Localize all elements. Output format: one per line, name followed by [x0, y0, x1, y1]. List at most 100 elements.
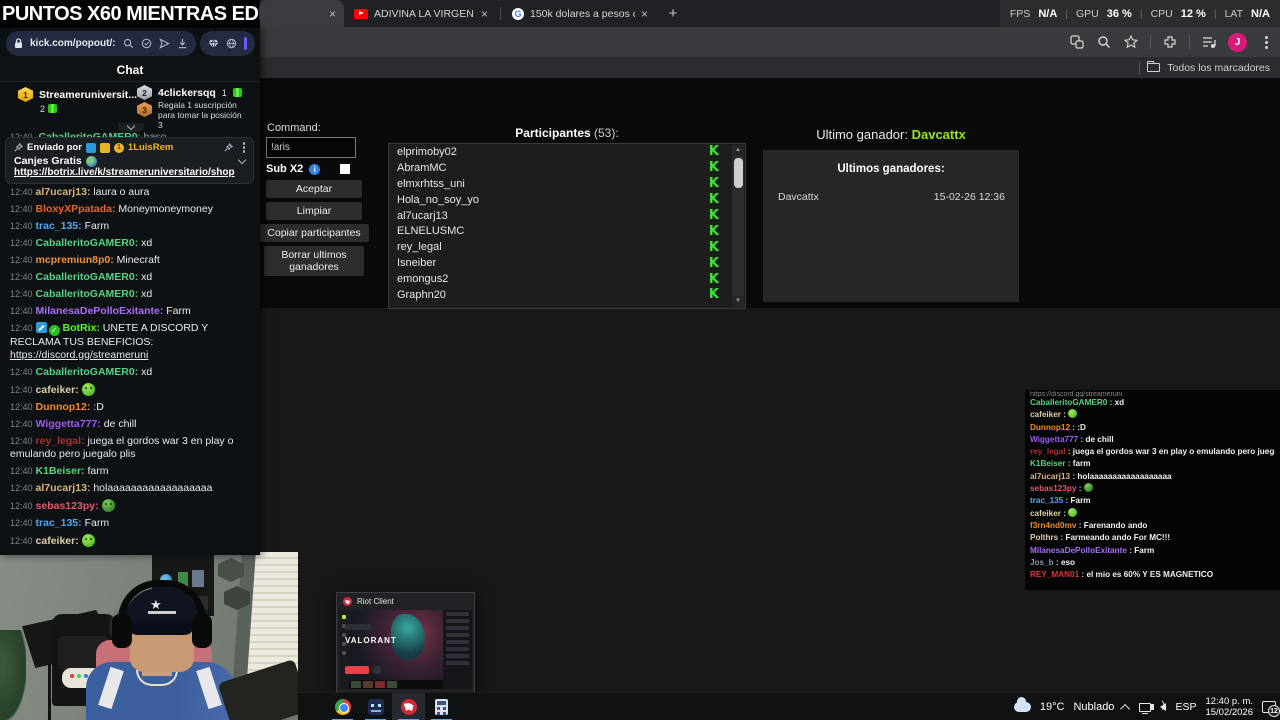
tray-expand-icon[interactable]	[1120, 703, 1131, 714]
raffle-button-aceptar[interactable]: Aceptar	[266, 180, 362, 198]
pinned-link[interactable]: https://botrix.live/k/streameruniversita…	[14, 167, 245, 178]
translate-icon[interactable]	[1069, 34, 1085, 50]
pinned-author[interactable]: 1LuisRem	[128, 142, 173, 153]
bookmark-star-icon[interactable]	[1123, 34, 1139, 50]
cpu-label: CPU	[1150, 7, 1173, 20]
message-username[interactable]: Dunnop12:	[36, 401, 91, 413]
riot-client-preview[interactable]: Riot Client VALORANT	[336, 592, 475, 693]
rank-2-name[interactable]: 4clickersqq	[158, 87, 216, 99]
taskbar-riot-button[interactable]	[392, 693, 425, 720]
rank-3-note: Regala 1 suscripción para tomar la posic…	[158, 100, 242, 130]
kick-platform-icon: K	[708, 176, 719, 192]
colon-separator: :	[1065, 447, 1073, 457]
pinned-menu-icon[interactable]	[242, 146, 245, 149]
winners-panel: Ultimos ganadores: Davcattx 15-02-26 12:3…	[763, 150, 1019, 302]
raffle-button-copiar[interactable]: Copiar participantes	[259, 224, 369, 242]
message-username[interactable]: CaballeritoGAMER0:	[36, 237, 139, 249]
taskbar-calculator-button[interactable]	[425, 693, 458, 720]
overlay-chat-message: Wiggetta777 : de chill	[1030, 434, 1114, 444]
play-button	[345, 666, 369, 674]
raffle-button-limpiar[interactable]: Limpiar	[266, 202, 362, 220]
bookmarks-folder-icon	[1147, 60, 1161, 72]
rank-1-name[interactable]: Streameruniversit...	[39, 89, 137, 101]
green-emote-icon	[81, 534, 95, 547]
message-username[interactable]: BotRix:	[63, 322, 100, 334]
last-winner-title: Ultimo ganador: Davcattx	[763, 127, 1019, 142]
message-username[interactable]: al7ucarj13:	[36, 482, 91, 494]
message-username[interactable]: sebas123py:	[36, 500, 99, 512]
scroll-up-arrow[interactable]: ▲	[732, 145, 744, 156]
volume-icon[interactable]	[1150, 700, 1167, 711]
message-username[interactable]: al7ucarj13:	[36, 186, 91, 198]
temperature[interactable]: 19°C	[1040, 701, 1065, 713]
message-username[interactable]: Wiggetta777:	[36, 418, 101, 430]
scroll-down-arrow[interactable]: ▼	[732, 296, 744, 307]
download-icon[interactable]	[177, 38, 188, 49]
extensions-pill[interactable]	[199, 31, 255, 56]
colon-separator: :	[1053, 557, 1061, 567]
message-username[interactable]: trac_135:	[36, 517, 82, 529]
message-username[interactable]: trac_135:	[36, 220, 82, 232]
kick-platform-icon: K	[708, 271, 719, 287]
weather-icon[interactable]	[1013, 697, 1031, 712]
message-username[interactable]: rey_legal:	[36, 435, 85, 447]
participants-scrollbar[interactable]: ▲ ▼	[732, 145, 744, 307]
pepe-emote-icon	[1083, 483, 1093, 493]
globe-icon[interactable]	[226, 38, 237, 49]
colon-separator: :	[1078, 434, 1086, 444]
riot-preview-thumbnail[interactable]: VALORANT	[339, 610, 472, 689]
info-icon[interactable]: i	[309, 163, 321, 175]
message-username[interactable]: CaballeritoGAMER0:	[36, 288, 139, 300]
message-username[interactable]: CaballeritoGAMER0:	[36, 366, 139, 378]
shield-icon[interactable]	[141, 38, 152, 49]
tab-close-icon[interactable]: ×	[481, 7, 488, 21]
all-bookmarks-label[interactable]: Todos los marcadores	[1167, 62, 1270, 74]
notifications-icon[interactable]: 12	[1262, 701, 1280, 717]
raffle-controls: Aceptar Limpiar Copiar participantes Borrar…	[258, 180, 370, 280]
message-timestamp: 12:40	[10, 238, 33, 248]
message-username[interactable]: K1Beiser:	[36, 465, 85, 477]
clock[interactable]: 12:40 p. m. 15/02/2026	[1205, 696, 1253, 718]
command-input[interactable]	[266, 137, 356, 158]
tab-close-icon[interactable]: ×	[641, 7, 648, 21]
message-username[interactable]: CaballeritoGAMER0:	[36, 271, 139, 283]
participant-name: rey_legal	[397, 241, 442, 254]
extensions-icon[interactable]	[1162, 34, 1178, 50]
colon-separator: :	[1079, 570, 1087, 580]
message-username[interactable]: cafeiker:	[36, 384, 79, 396]
kick-platform-icon: K	[708, 239, 719, 255]
search-icon[interactable]	[1096, 34, 1112, 50]
tab-google[interactable]: G 150k dolares a pesos colombia ×	[504, 0, 656, 27]
message-username[interactable]: MilanesaDePolloExitante:	[36, 305, 164, 317]
taskbar-bot-app-button[interactable]	[359, 693, 392, 720]
browser-menu-icon[interactable]	[1258, 34, 1274, 50]
message-username[interactable]: cafeiker:	[36, 535, 79, 547]
overlay-chat-message: MilanesaDePolloExitante : Farm	[1030, 545, 1155, 555]
scrollbar-thumb[interactable]	[733, 158, 743, 188]
address-bar[interactable]: kick.com/popout/:	[6, 31, 196, 56]
participant-name: Hola_no_soy_yo	[397, 193, 479, 206]
message-username[interactable]: mcpremiun8p0:	[36, 254, 114, 266]
media-playlist-icon[interactable]	[1201, 34, 1217, 50]
gpu-value: 36 %	[1106, 7, 1132, 20]
tab-youtube[interactable]: ADIVINA LA VIRGEN - YouTube ×	[346, 0, 496, 27]
colon-separator: :	[1076, 520, 1084, 530]
pin-icon[interactable]	[224, 143, 233, 152]
keyboard-language[interactable]: ESP	[1175, 701, 1196, 713]
search-icon[interactable]	[123, 38, 134, 49]
overlay-username: sebas123py	[1030, 484, 1077, 494]
tab-close-icon[interactable]: ×	[329, 7, 336, 21]
sub-x2-checkbox[interactable]	[340, 164, 351, 174]
message-username[interactable]: BloxyXPpatada:	[36, 203, 116, 215]
weather-text[interactable]: Nublado	[1073, 701, 1114, 713]
message-link[interactable]: https://discord.gg/streameruni	[10, 349, 148, 361]
profile-avatar[interactable]: J	[1228, 32, 1247, 52]
chevron-down-icon[interactable]	[237, 155, 247, 164]
share-icon[interactable]	[158, 38, 170, 49]
tab-kick-popup[interactable]: ×	[258, 0, 344, 27]
overlay-chat-message: REY_MAN01 : el mio es 60% Y ES MAGNETICO	[1030, 570, 1214, 580]
gem-icon[interactable]	[208, 38, 219, 49]
taskbar-chrome-button[interactable]	[326, 693, 359, 720]
raffle-button-borrar[interactable]: Borrar ultimos ganadores	[264, 246, 364, 276]
new-tab-button[interactable]: +	[663, 4, 683, 24]
